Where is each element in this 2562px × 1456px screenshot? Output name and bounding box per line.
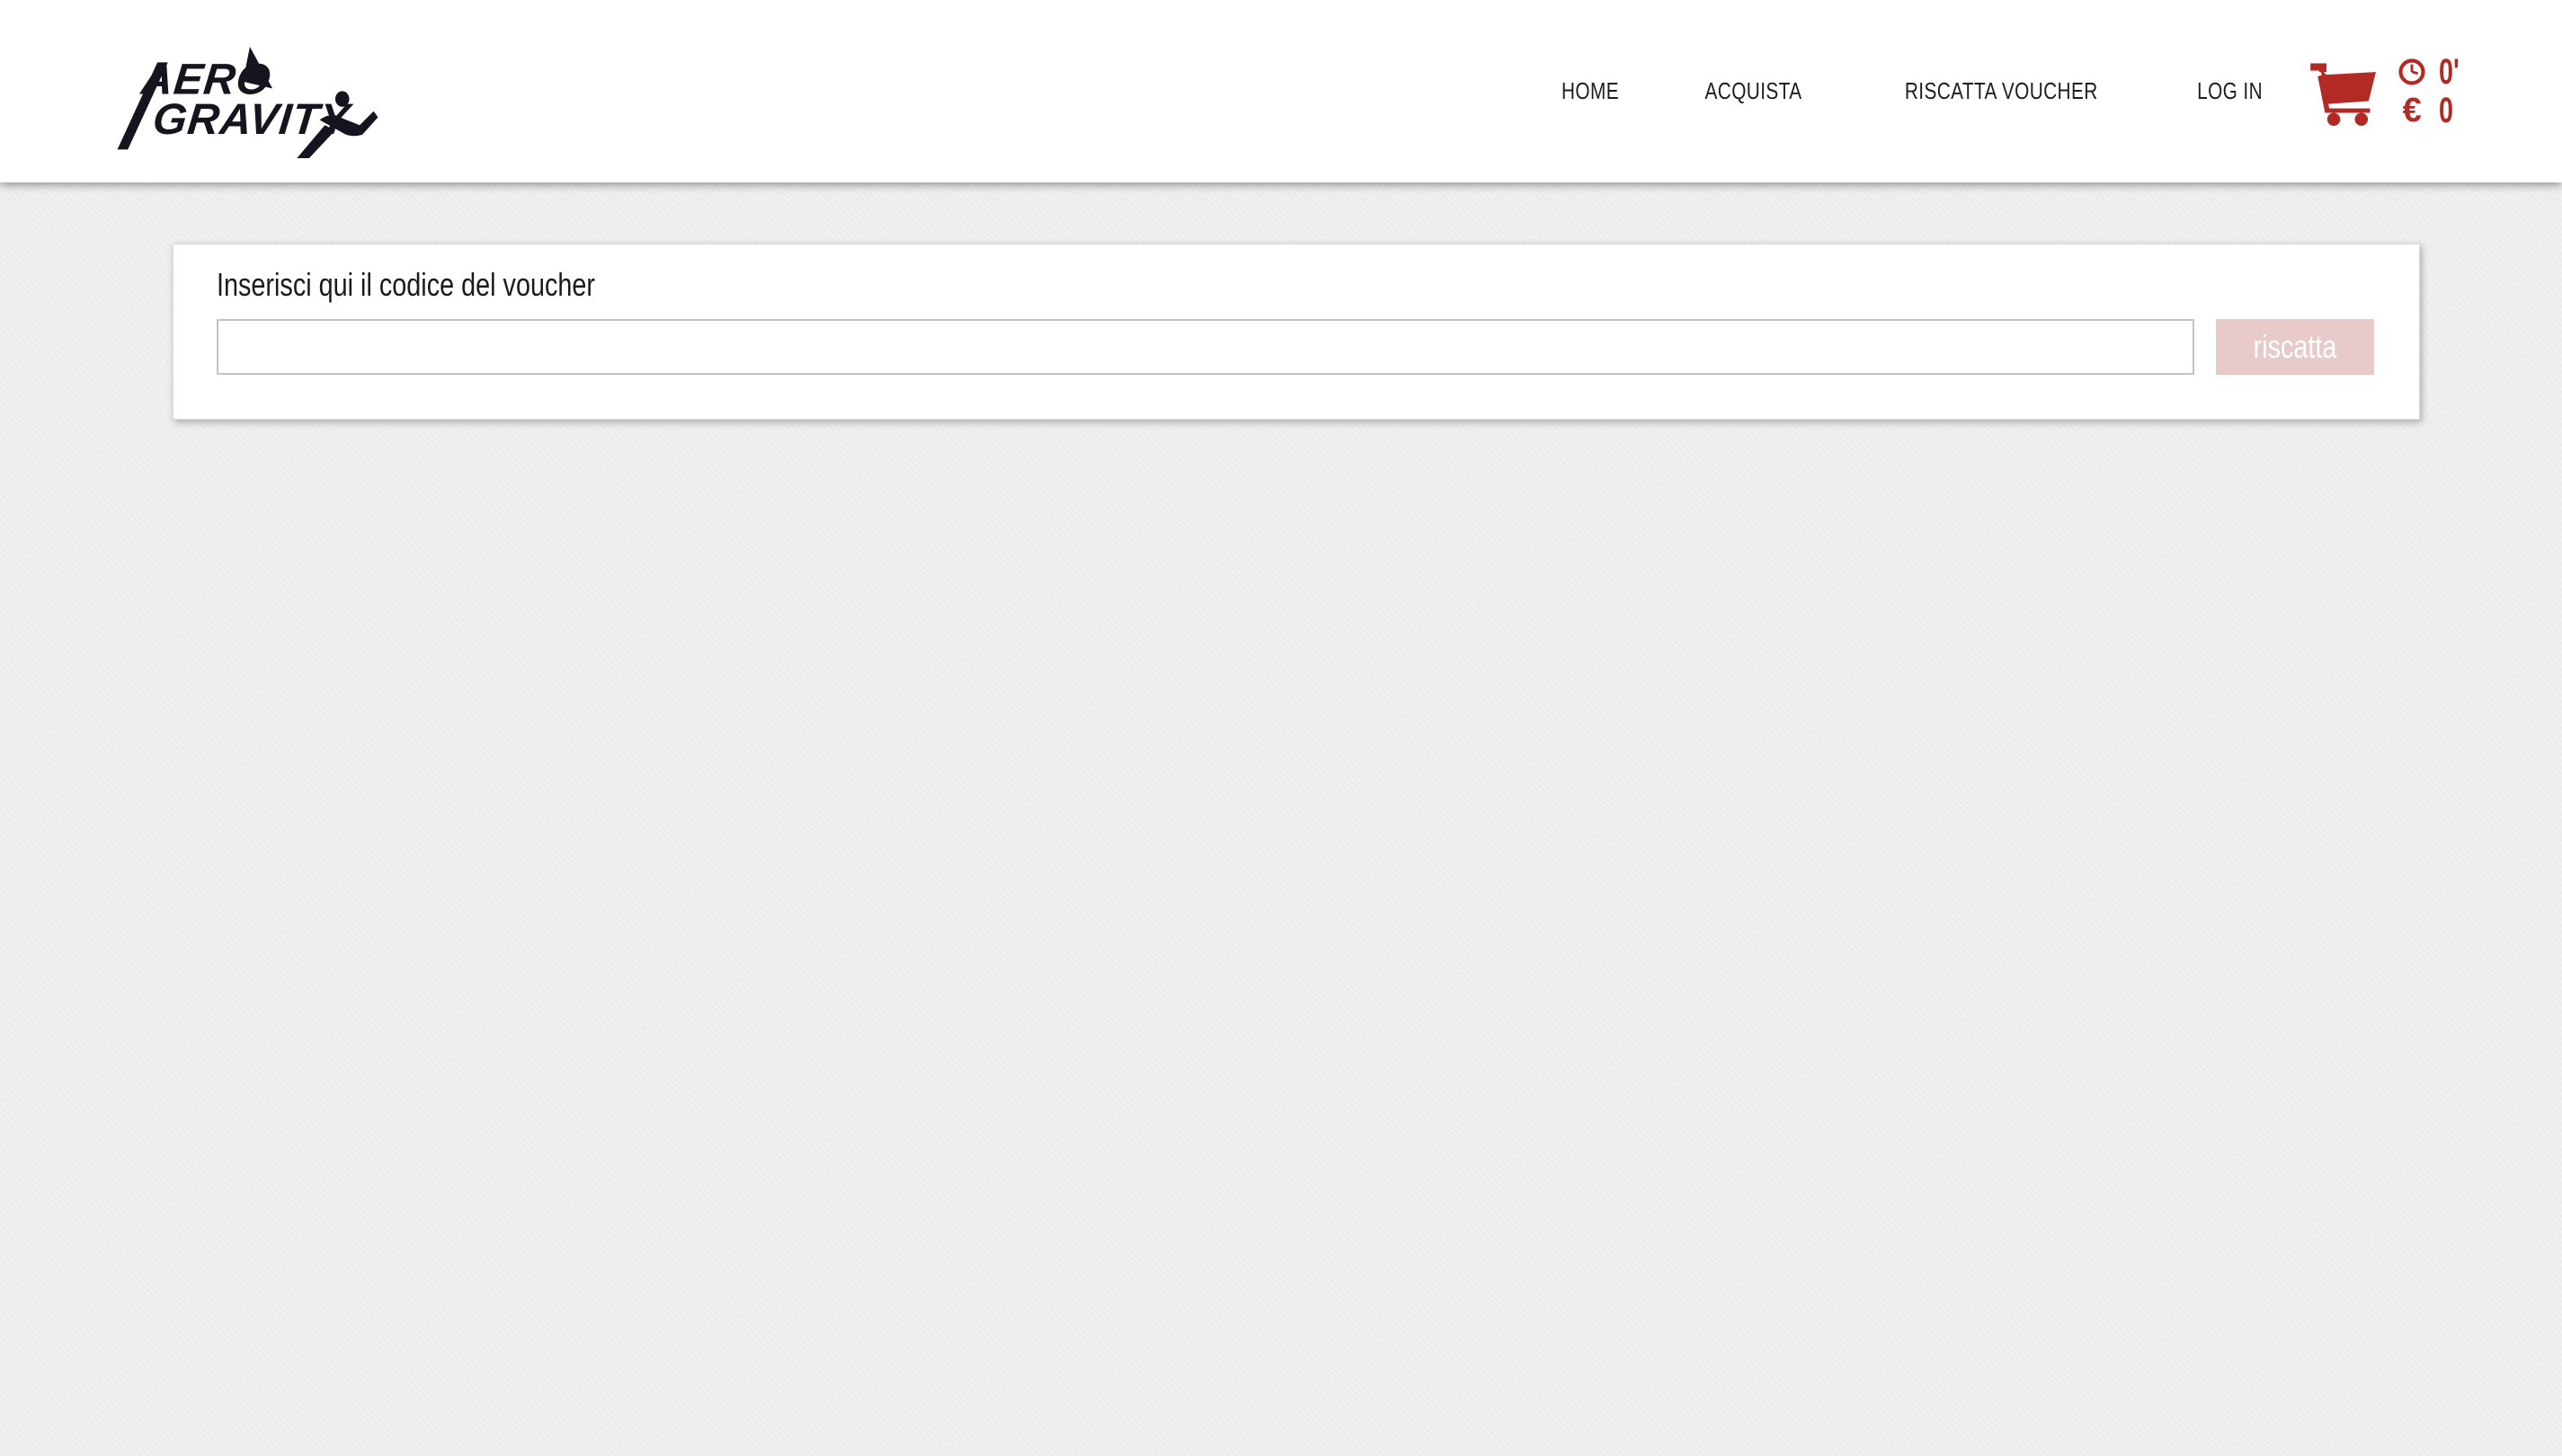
cart-duration-value: 0' bbox=[2439, 57, 2460, 87]
nav-item-log-in[interactable]: LOG IN bbox=[2189, 77, 2271, 105]
nav-item-acquista-label: ACQUISTA bbox=[1705, 77, 1802, 105]
cart-total-value: 0 bbox=[2439, 95, 2453, 126]
voucher-title-label: Inserisci qui il codice del voucher bbox=[217, 266, 595, 304]
cart-info: 0' € 0 bbox=[2398, 57, 2468, 126]
nav-item-log-in-label: LOG IN bbox=[2197, 77, 2263, 105]
nav-item-home[interactable]: HOME bbox=[1554, 77, 1626, 105]
euro-symbol: € bbox=[2398, 95, 2425, 126]
cart-icon bbox=[2308, 58, 2382, 126]
clock-icon bbox=[2398, 58, 2425, 85]
cart-summary[interactable]: 0' € 0 bbox=[2308, 0, 2468, 182]
cart-duration-row: 0' bbox=[2398, 57, 2468, 87]
cart-total-row: € 0 bbox=[2398, 95, 2468, 126]
riscatta-button[interactable]: riscatta bbox=[2216, 319, 2374, 375]
voucher-title: Inserisci qui il codice del voucher bbox=[217, 266, 689, 304]
page: AERO GRAVITY HOME ACQUISTA bbox=[0, 0, 2562, 1456]
nav-item-riscatta-voucher[interactable]: RISCATTA VOUCHER bbox=[1881, 77, 2122, 105]
voucher-card: Inserisci qui il codice del voucher risc… bbox=[173, 244, 2420, 420]
aero-gravity-logo[interactable]: AERO GRAVITY bbox=[117, 45, 379, 160]
nav-item-acquista[interactable]: ACQUISTA bbox=[1693, 77, 1814, 105]
nav-item-home-label: HOME bbox=[1561, 77, 1619, 105]
nav-item-riscatta-voucher-label: RISCATTA VOUCHER bbox=[1905, 77, 2098, 105]
riscatta-button-label: riscatta bbox=[2254, 331, 2337, 363]
voucher-code-input[interactable] bbox=[217, 319, 2194, 375]
aero-gravity-logo-icon: AERO GRAVITY bbox=[117, 45, 379, 160]
header: AERO GRAVITY HOME ACQUISTA bbox=[0, 0, 2562, 182]
main-nav: HOME ACQUISTA RISCATTA VOUCHER LOG IN bbox=[1554, 0, 2271, 182]
